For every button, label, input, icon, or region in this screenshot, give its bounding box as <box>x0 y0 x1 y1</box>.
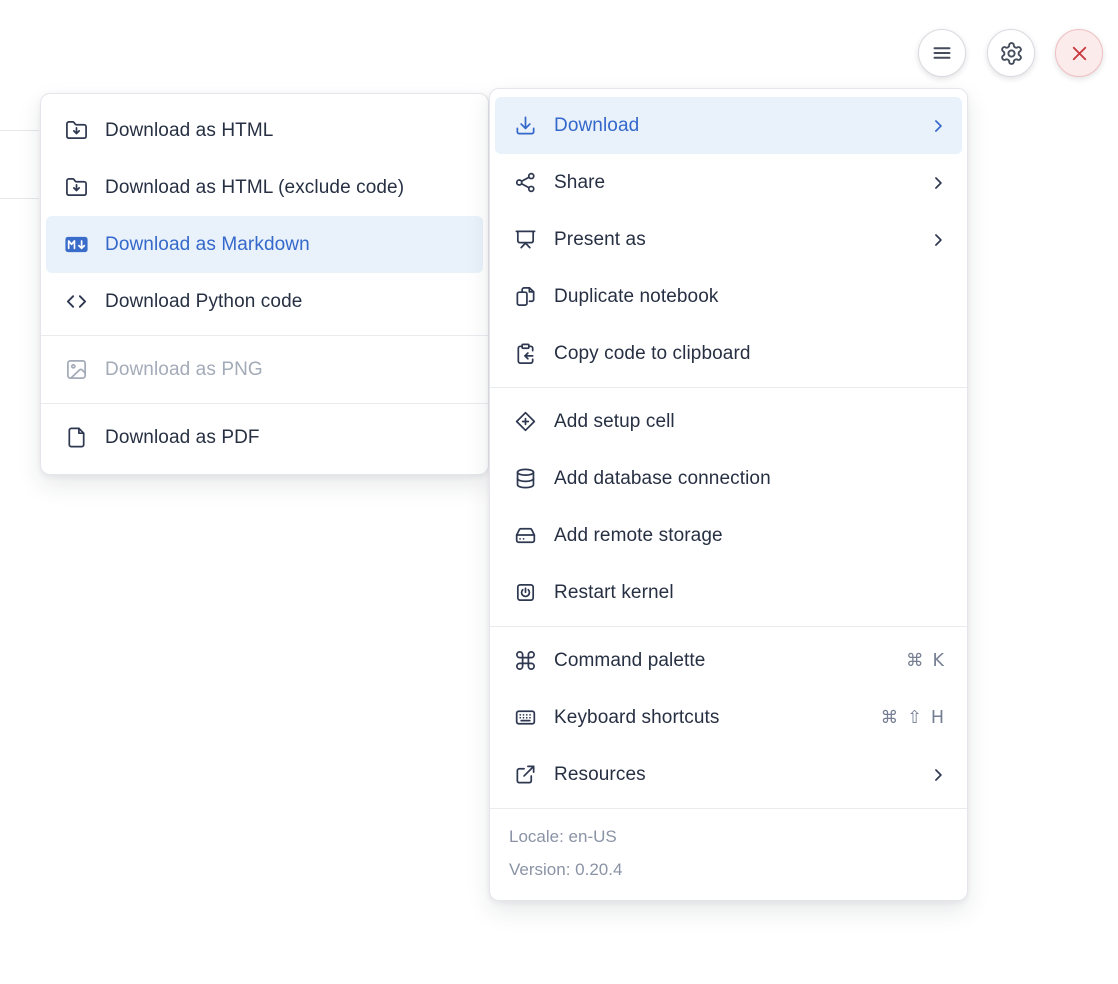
version-text: Version: 0.20.4 <box>509 853 948 886</box>
menu-item-label: Restart kernel <box>554 582 948 604</box>
menu-item-duplicate-notebook[interactable]: Duplicate notebook <box>495 268 962 325</box>
menu-item-download-as-markdown[interactable]: Download as Markdown <box>46 216 483 273</box>
shortcut-key: K <box>933 651 944 671</box>
menu-item-label: Download Python code <box>105 291 469 313</box>
shortcut-key: H <box>931 708 944 728</box>
external-link-icon <box>514 763 537 786</box>
menu-separator <box>490 626 967 627</box>
menu-item-download-as-html-exclude-code[interactable]: Download as HTML (exclude code) <box>46 159 483 216</box>
menu-item-label: Keyboard shortcuts <box>554 707 881 729</box>
download-icon <box>514 114 537 137</box>
menu-item-label: Download as PNG <box>105 359 469 381</box>
menu-item-download-as-pdf[interactable]: Download as PDF <box>46 409 483 466</box>
shortcut-hint: ⌘ ⇧ H <box>881 708 944 728</box>
image-icon <box>65 358 88 381</box>
diamond-plus-icon <box>514 410 537 433</box>
menu-item-label: Download as PDF <box>105 427 469 449</box>
menu-item-add-setup-cell[interactable]: Add setup cell <box>495 393 962 450</box>
close-button[interactable] <box>1055 29 1103 77</box>
menu-item-label: Share <box>554 172 928 194</box>
menu-button[interactable] <box>918 29 966 77</box>
gear-icon <box>999 41 1024 66</box>
menu-item-label: Resources <box>554 764 928 786</box>
chevron-right-icon <box>928 116 948 136</box>
folder-down-icon <box>65 119 88 142</box>
menu-item-label: Present as <box>554 229 928 251</box>
shortcut-key: ⌘ <box>881 708 899 728</box>
menu-item-label: Download as Markdown <box>105 234 469 256</box>
menu-item-label: Command palette <box>554 650 906 672</box>
menu-separator <box>41 403 488 404</box>
background-divider <box>0 130 39 131</box>
menu-item-restart-kernel[interactable]: Restart kernel <box>495 564 962 621</box>
menu-item-label: Add setup cell <box>554 411 948 433</box>
presentation-icon <box>514 228 537 251</box>
hard-drive-icon <box>514 524 537 547</box>
menu-item-download-python-code[interactable]: Download Python code <box>46 273 483 330</box>
locale-text: Locale: en-US <box>509 820 948 853</box>
menu-footer: Locale: en-US Version: 0.20.4 <box>490 808 967 900</box>
folder-down-icon <box>65 176 88 199</box>
menu-item-label: Copy code to clipboard <box>554 343 948 365</box>
close-icon <box>1068 42 1091 65</box>
settings-button[interactable] <box>987 29 1035 77</box>
menu-item-download-as-png: Download as PNG <box>46 341 483 398</box>
menu-item-command-palette[interactable]: Command palette⌘K <box>495 632 962 689</box>
keyboard-icon <box>514 706 537 729</box>
main-menu: Download Share Present as Duplicate noteboo… <box>489 88 968 901</box>
menu-item-label: Add database connection <box>554 468 948 490</box>
menu-separator <box>41 335 488 336</box>
download-submenu: Download as HTML Download as HTML (exclud… <box>40 93 489 475</box>
duplicate-icon <box>514 285 537 308</box>
file-icon <box>65 426 88 449</box>
markdown-icon <box>65 233 88 256</box>
command-icon <box>514 649 537 672</box>
menu-item-present-as[interactable]: Present as <box>495 211 962 268</box>
menu-item-label: Download <box>554 115 928 137</box>
code-icon <box>65 290 88 313</box>
menu-item-label: Download as HTML (exclude code) <box>105 177 469 199</box>
app-stage: Download as HTML Download as HTML (exclud… <box>0 0 1118 984</box>
menu-item-share[interactable]: Share <box>495 154 962 211</box>
menu-item-label: Duplicate notebook <box>554 286 948 308</box>
shortcut-key: ⇧ <box>907 708 922 728</box>
menu-separator <box>490 387 967 388</box>
background-divider <box>0 198 39 199</box>
chevron-right-icon <box>928 765 948 785</box>
menu-item-label: Download as HTML <box>105 120 469 142</box>
menu-item-download-as-html[interactable]: Download as HTML <box>46 102 483 159</box>
clipboard-copy-icon <box>514 342 537 365</box>
shortcut-hint: ⌘K <box>906 651 944 671</box>
menu-item-copy-code-to-clipboard[interactable]: Copy code to clipboard <box>495 325 962 382</box>
menu-item-add-database-connection[interactable]: Add database connection <box>495 450 962 507</box>
menu-item-keyboard-shortcuts[interactable]: Keyboard shortcuts⌘ ⇧ H <box>495 689 962 746</box>
chevron-right-icon <box>928 173 948 193</box>
hamburger-icon <box>930 41 954 65</box>
menu-item-download[interactable]: Download <box>495 97 962 154</box>
share-icon <box>514 171 537 194</box>
menu-item-resources[interactable]: Resources <box>495 746 962 803</box>
shortcut-key: ⌘ <box>906 651 924 671</box>
menu-item-label: Add remote storage <box>554 525 948 547</box>
chevron-right-icon <box>928 230 948 250</box>
menu-item-add-remote-storage[interactable]: Add remote storage <box>495 507 962 564</box>
database-icon <box>514 467 537 490</box>
power-square-icon <box>514 581 537 604</box>
